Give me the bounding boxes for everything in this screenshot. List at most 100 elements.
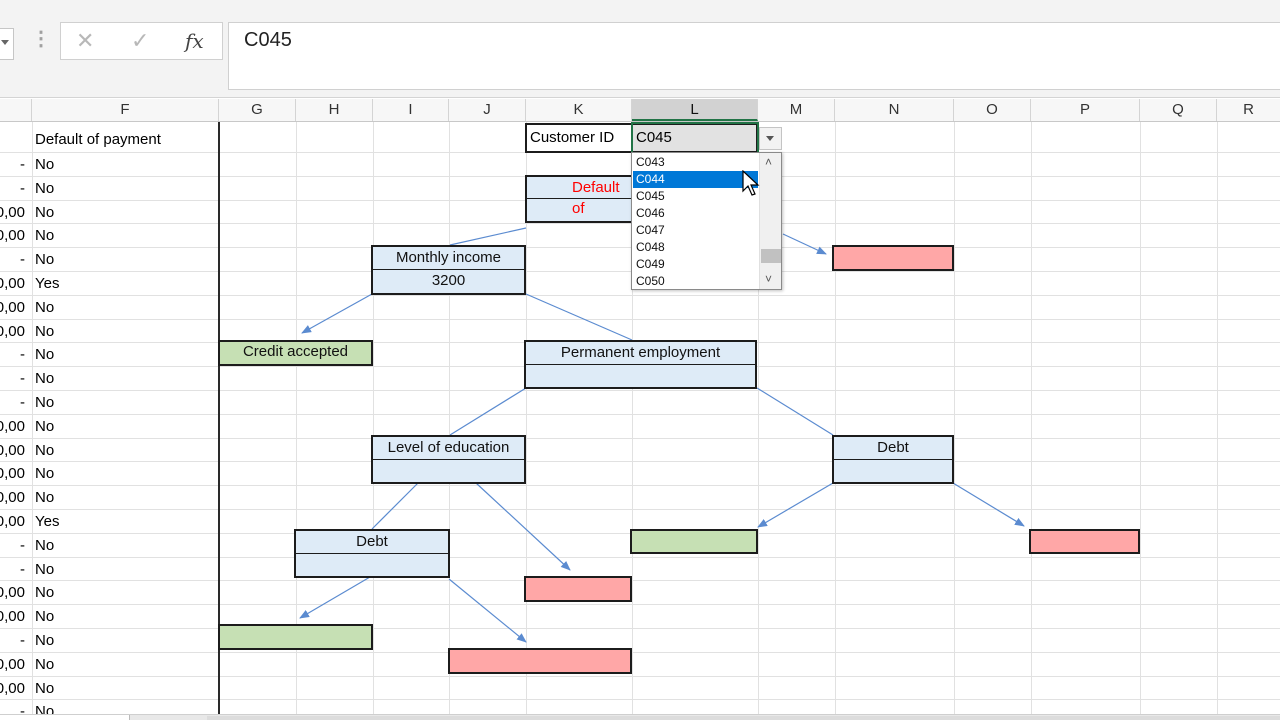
column-e-cell[interactable]: -: [0, 155, 25, 175]
permanent-employment-node[interactable]: Permanent employment: [524, 340, 757, 389]
column-header[interactable]: K: [526, 99, 632, 121]
validation-dropdown-button[interactable]: [759, 127, 782, 150]
column-header[interactable]: G: [219, 99, 296, 121]
scroll-down-icon[interactable]: ˅: [765, 272, 772, 286]
credit-accepted-leaf[interactable]: Credit accepted: [218, 340, 373, 366]
column-e-cell[interactable]: 0,00: [0, 417, 25, 437]
cancel-icon[interactable]: ✕: [76, 28, 94, 54]
column-header[interactable]: M: [758, 99, 835, 121]
column-e-cell[interactable]: -: [0, 179, 25, 199]
dropdown-option[interactable]: C044: [633, 171, 758, 188]
column-e-cell[interactable]: -: [0, 369, 25, 389]
default-of-payment-cell[interactable]: No: [35, 560, 54, 580]
monthly-income-node[interactable]: Monthly income 3200: [371, 245, 526, 295]
column-header[interactable]: F: [32, 99, 219, 121]
column-header[interactable]: P: [1031, 99, 1140, 121]
more-options-icon[interactable]: ⋮: [31, 29, 51, 49]
column-e-cell[interactable]: 0,00: [0, 203, 25, 223]
column-e-cell[interactable]: 0,00: [0, 274, 25, 294]
dropdown-option[interactable]: C049: [633, 256, 758, 273]
column-e-cell[interactable]: 0,00: [0, 464, 25, 484]
default-of-payment-cell[interactable]: No: [35, 179, 54, 199]
column-e-cell[interactable]: 0,00: [0, 607, 25, 627]
column-header-e[interactable]: [0, 99, 32, 121]
default-of-payment-cell[interactable]: No: [35, 441, 54, 461]
column-header-active[interactable]: L: [632, 99, 758, 121]
column-header[interactable]: H: [296, 99, 373, 121]
outcome-leaf-rejected[interactable]: [1029, 529, 1140, 554]
dropdown-option[interactable]: C050: [633, 273, 758, 290]
default-of-payment-cell[interactable]: No: [35, 322, 54, 342]
default-of-payment-cell[interactable]: No: [35, 203, 54, 223]
column-e-cell[interactable]: -: [0, 345, 25, 365]
column-header[interactable]: J: [449, 99, 526, 121]
debt-node-right[interactable]: Debt: [832, 435, 954, 484]
column-header[interactable]: I: [373, 99, 449, 121]
default-of-payment-cell[interactable]: No: [35, 369, 54, 389]
default-of-payment-cell[interactable]: No: [35, 298, 54, 318]
default-of-payment-cell[interactable]: No: [35, 631, 54, 651]
outcome-leaf-rejected[interactable]: [832, 245, 954, 271]
default-of-payment-cell[interactable]: No: [35, 345, 54, 365]
column-header[interactable]: R: [1217, 99, 1280, 121]
default-of-payment-cell[interactable]: No: [35, 393, 54, 413]
customer-id-cell[interactable]: C045: [631, 123, 758, 153]
column-e-cell[interactable]: 0,00: [0, 441, 25, 461]
column-e-cell[interactable]: -: [0, 393, 25, 413]
column-e-cell[interactable]: 0,00: [0, 488, 25, 508]
default-of-payment-cell[interactable]: No: [35, 607, 54, 627]
dropdown-option[interactable]: C045: [633, 188, 758, 205]
chevron-down-icon: [766, 136, 774, 141]
insert-function-icon[interactable]: fx: [185, 28, 204, 54]
default-of-payment-cell[interactable]: No: [35, 702, 54, 714]
default-of-payment-cell[interactable]: No: [35, 226, 54, 246]
dropdown-option[interactable]: C046: [633, 205, 758, 222]
column-header[interactable]: O: [954, 99, 1031, 121]
column-e-cell[interactable]: 0,00: [0, 583, 25, 603]
tree-root-node[interactable]: Default of: [525, 175, 633, 223]
formula-input[interactable]: C045: [228, 22, 1280, 90]
column-e-cell[interactable]: -: [0, 536, 25, 556]
sheet-tab[interactable]: [0, 715, 130, 720]
column-e-cell[interactable]: -: [0, 631, 25, 651]
enter-icon[interactable]: ✓: [131, 28, 149, 54]
default-of-payment-cell[interactable]: No: [35, 679, 54, 699]
column-e-cell[interactable]: -: [0, 702, 25, 714]
default-of-payment-cell[interactable]: No: [35, 417, 54, 437]
default-of-payment-cell[interactable]: No: [35, 536, 54, 556]
default-of-payment-cell[interactable]: No: [35, 655, 54, 675]
column-e-cell[interactable]: 0,00: [0, 679, 25, 699]
default-of-payment-cell[interactable]: Yes: [35, 512, 59, 532]
default-of-payment-cell[interactable]: Yes: [35, 274, 59, 294]
outcome-leaf-rejected[interactable]: [524, 576, 632, 602]
level-of-education-node[interactable]: Level of education: [371, 435, 526, 484]
default-of-payment-cell[interactable]: No: [35, 155, 54, 175]
scroll-up-icon[interactable]: ˄: [765, 155, 772, 169]
scroll-thumb[interactable]: [761, 249, 781, 263]
column-f-header-cell[interactable]: Default of payment: [35, 130, 161, 150]
column-header[interactable]: Q: [1140, 99, 1217, 121]
dropdown-option[interactable]: C048: [633, 239, 758, 256]
horizontal-scrollbar[interactable]: [207, 716, 1280, 720]
default-of-payment-cell[interactable]: No: [35, 464, 54, 484]
default-of-payment-cell[interactable]: No: [35, 583, 54, 603]
column-e-cell[interactable]: 0,00: [0, 655, 25, 675]
dropdown-option[interactable]: C047: [633, 222, 758, 239]
dropdown-scrollbar[interactable]: ˄ ˅: [759, 153, 781, 289]
dropdown-option[interactable]: C043: [633, 154, 758, 171]
outcome-leaf-accepted[interactable]: [218, 624, 373, 650]
column-e-cell[interactable]: -: [0, 560, 25, 580]
column-e-cell[interactable]: 0,00: [0, 226, 25, 246]
column-e-cell[interactable]: -: [0, 250, 25, 270]
default-of-payment-cell[interactable]: No: [35, 488, 54, 508]
spreadsheet-grid[interactable]: Default of payment - - 0,00 0,00 - 0,00 0,00 0,…: [0, 122, 1280, 714]
outcome-leaf-rejected[interactable]: [448, 648, 632, 674]
outcome-leaf-accepted[interactable]: [630, 529, 758, 554]
column-e-cell[interactable]: 0,00: [0, 512, 25, 532]
debt-node-left[interactable]: Debt: [294, 529, 450, 578]
column-header[interactable]: N: [835, 99, 954, 121]
column-e-cell[interactable]: 0,00: [0, 298, 25, 318]
column-e-cell[interactable]: 0,00: [0, 322, 25, 342]
name-box-dropdown[interactable]: [0, 28, 14, 60]
default-of-payment-cell[interactable]: No: [35, 250, 54, 270]
